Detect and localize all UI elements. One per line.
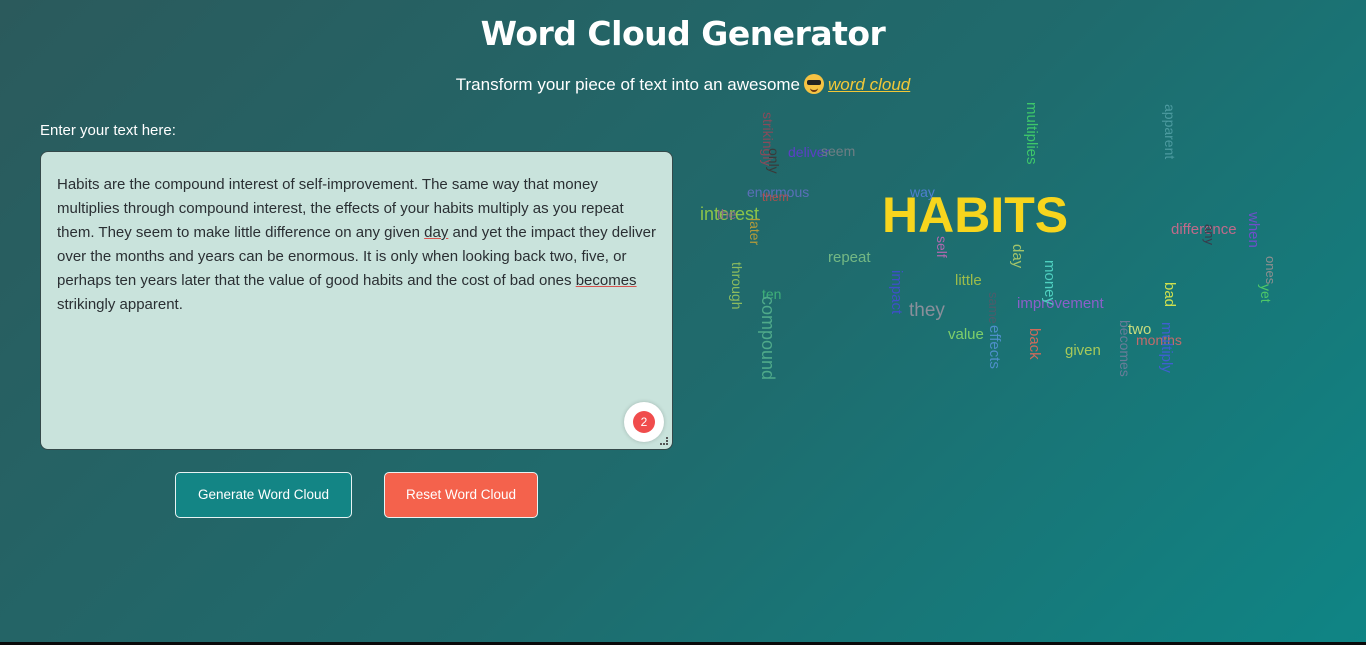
cloud-word-later: later xyxy=(747,218,763,246)
cloud-word-bad: bad xyxy=(1161,282,1178,308)
cloud-word-them: them xyxy=(762,190,789,204)
cloud-word-day: day xyxy=(1009,244,1026,269)
cloud-word-little: little xyxy=(955,272,982,289)
cloud-word-becomes: becomes xyxy=(1117,320,1133,377)
cloud-word-improvement: improvement xyxy=(1017,295,1104,312)
cloud-word-given: given xyxy=(1065,342,1101,359)
sunglasses-emoji-icon xyxy=(804,74,825,94)
cloud-word-back: back xyxy=(1026,328,1043,360)
cloud-word-they: they xyxy=(909,300,945,321)
cloud-word-the: the xyxy=(717,206,737,222)
cloud-word-way: way xyxy=(910,184,935,200)
cloud-word-effects: effects xyxy=(986,325,1003,369)
subtitle-text: Transform your piece of text into an awe… xyxy=(455,75,801,94)
cloud-word-compound: compound xyxy=(758,296,778,381)
cloud-word-money: money xyxy=(1041,260,1058,306)
text-input-area[interactable]: Habits are the compound interest of self… xyxy=(40,151,673,450)
spellcheck-word[interactable]: becomes xyxy=(576,272,637,289)
resize-handle-icon[interactable] xyxy=(660,437,668,445)
cloud-word-ones: ones xyxy=(1263,256,1278,285)
subtitle: Transform your piece of text into an awe… xyxy=(0,74,1366,95)
cloud-word-when: when xyxy=(1245,212,1262,248)
cloud-word-apparent: apparent xyxy=(1162,104,1178,160)
spellcheck-word[interactable]: day xyxy=(424,224,448,241)
word-cloud: HABITS interest the deliver seem enormou… xyxy=(690,100,1366,410)
word-cloud-link[interactable]: word cloud xyxy=(828,75,910,94)
cloud-word-repeat: repeat xyxy=(828,249,871,266)
cloud-word-multiply: multiply xyxy=(1158,322,1175,373)
text-input-label: Enter your text here: xyxy=(40,122,176,139)
generate-word-cloud-button[interactable]: Generate Word Cloud xyxy=(175,472,352,518)
cloud-word-self: self xyxy=(934,236,950,258)
cloud-word-yet: yet xyxy=(1258,284,1274,303)
cloud-word-only: only xyxy=(766,148,782,174)
cloud-word-seem: seem xyxy=(821,143,856,159)
page-title: Word Cloud Generator xyxy=(480,14,886,53)
cloud-word-impact: impact xyxy=(888,270,905,315)
cloud-word-any: any xyxy=(1202,224,1217,245)
cloud-word-through: through xyxy=(729,262,745,310)
cloud-word-same: same xyxy=(986,292,1001,324)
grammar-checker-button[interactable]: 2 xyxy=(624,402,664,442)
cloud-word-multiplies: multiplies xyxy=(1023,102,1040,165)
text-part: strikingly apparent. xyxy=(57,296,183,313)
cloud-word-value: value xyxy=(948,326,984,343)
reset-word-cloud-button[interactable]: Reset Word Cloud xyxy=(384,472,538,518)
error-count-badge: 2 xyxy=(633,411,655,433)
